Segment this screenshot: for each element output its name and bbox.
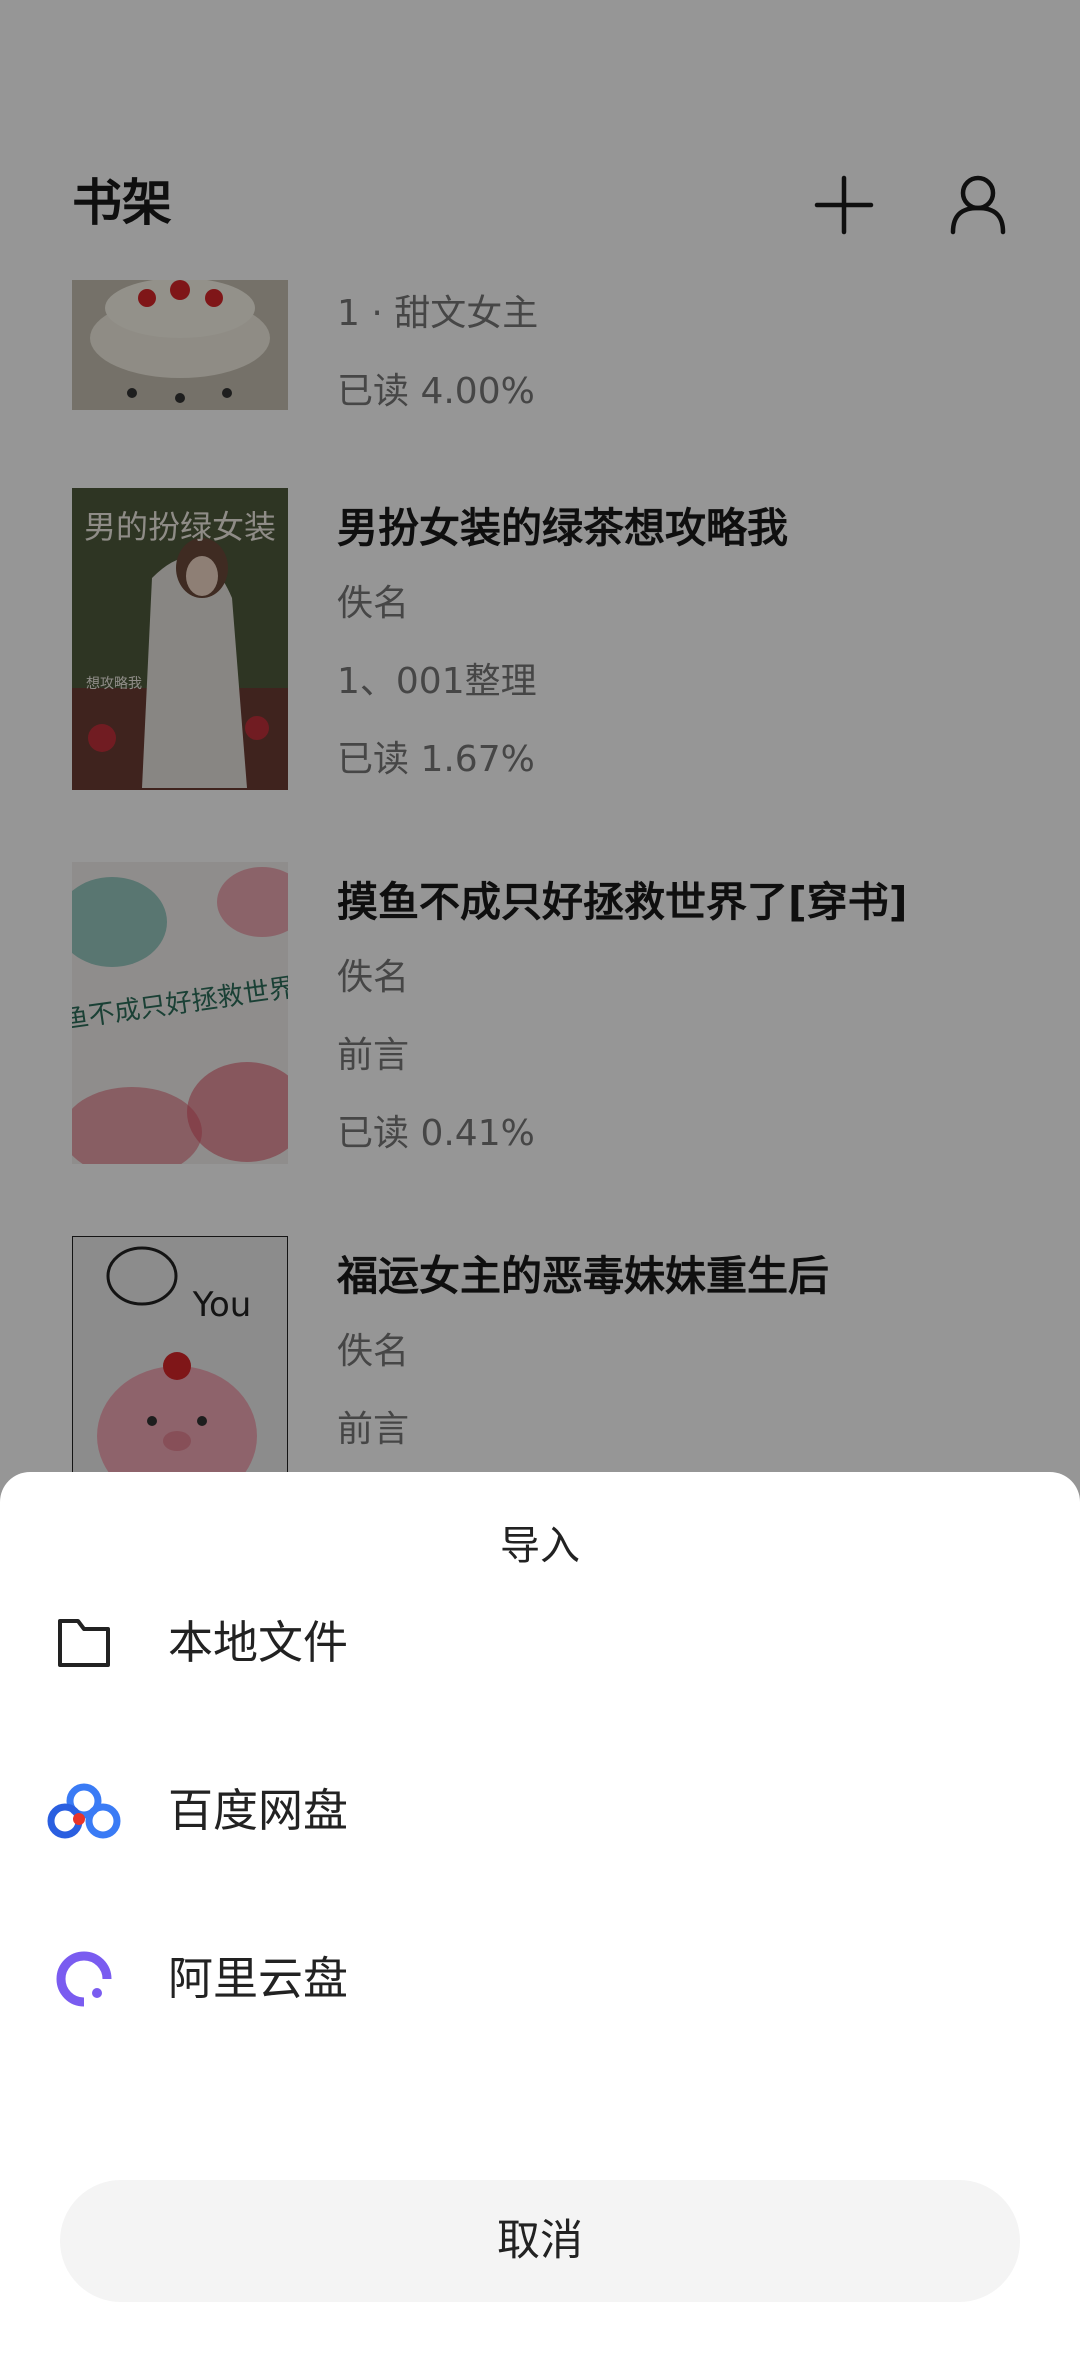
import-option-local-file[interactable]: 本地文件: [0, 1568, 1080, 1718]
option-label: 百度网盘: [168, 1784, 349, 1837]
option-label: 本地文件: [168, 1616, 349, 1669]
bookshelf-screen: 书架 1 · 甜文女主 已读 4.00% 男的扮绿女装 想攻略我 男扮女装的绿茶…: [0, 0, 1080, 2373]
baidu-netdisk-icon: [44, 1779, 124, 1843]
import-option-aliyun-drive[interactable]: 阿里云盘: [0, 1904, 1080, 2054]
option-label: 阿里云盘: [168, 1952, 349, 2005]
cancel-button[interactable]: 取消: [60, 2180, 1020, 2302]
aliyun-drive-icon: [44, 1947, 124, 2011]
import-bottom-sheet: 导入 本地文件 百度网盘 阿里云盘 取消: [0, 1472, 1080, 2373]
sheet-title: 导入: [500, 1523, 580, 1569]
folder-icon: [44, 1611, 124, 1675]
import-option-baidu-netdisk[interactable]: 百度网盘: [0, 1736, 1080, 1886]
